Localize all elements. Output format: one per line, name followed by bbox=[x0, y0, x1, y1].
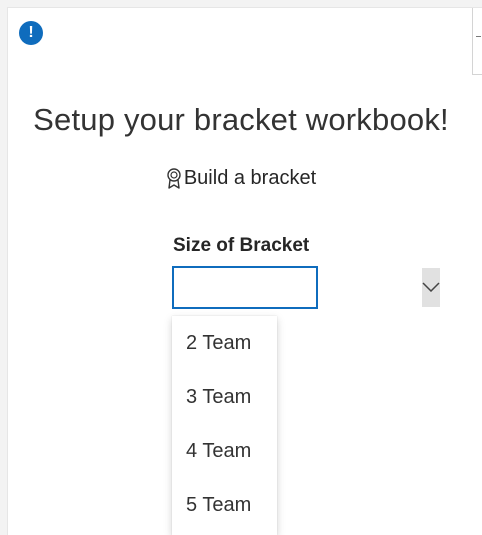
option-2-team[interactable]: 2 Team bbox=[172, 316, 277, 370]
dropdown-button[interactable] bbox=[422, 268, 440, 307]
bracket-size-label: Size of Bracket bbox=[173, 235, 310, 256]
build-bracket-label: Build a bracket bbox=[183, 167, 317, 189]
option-5-team[interactable]: 5 Team bbox=[172, 478, 277, 532]
bracket-size-dropdown: 2 Team 3 Team 4 Team 5 Team bbox=[172, 316, 277, 535]
build-bracket-link[interactable]: Build a bracket bbox=[0, 167, 482, 190]
ribbon-award-icon bbox=[166, 167, 182, 190]
info-icon[interactable]: ! bbox=[19, 21, 43, 45]
chevron-down-icon bbox=[422, 279, 440, 297]
bracket-size-input[interactable] bbox=[174, 268, 422, 307]
page-title: Setup your bracket workbook! bbox=[33, 102, 449, 137]
option-4-team[interactable]: 4 Team bbox=[172, 424, 277, 478]
option-3-team[interactable]: 3 Team bbox=[172, 370, 277, 424]
info-icon-glyph: ! bbox=[28, 24, 34, 41]
bracket-size-combobox[interactable] bbox=[172, 266, 440, 309]
scrollbar[interactable] bbox=[472, 8, 482, 75]
scrollbar-arrow[interactable] bbox=[476, 36, 481, 37]
